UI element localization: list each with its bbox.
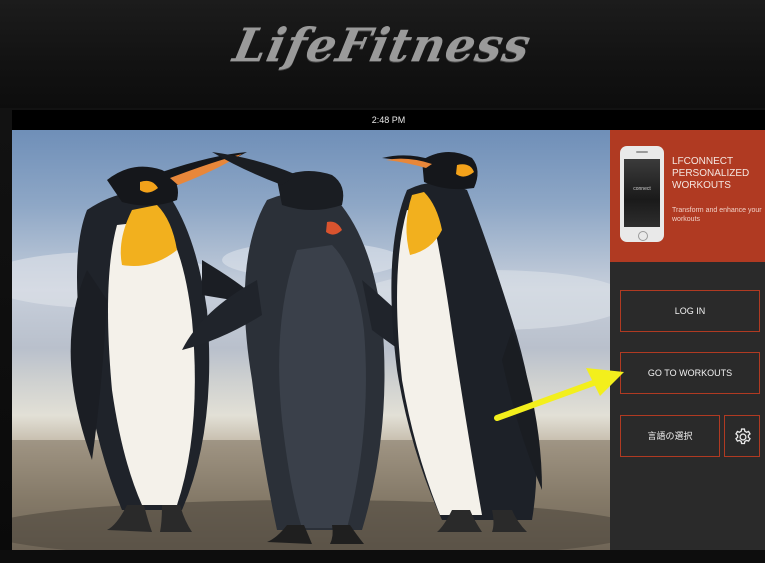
language-select-button[interactable]: 言語の選択 (620, 415, 720, 457)
lfconnect-promo-card[interactable]: connect LFCONNECT PERSONALIZED WORKOUTS … (610, 130, 765, 262)
login-button[interactable]: LOG IN (620, 290, 760, 332)
penguin-illustration (12, 151, 610, 550)
settings-button[interactable] (724, 415, 760, 457)
gear-icon (735, 428, 751, 445)
phone-screen (624, 159, 660, 227)
top-bezel: LifeFitness (0, 0, 765, 108)
phone-speaker (636, 151, 648, 153)
penguin-photo (12, 130, 610, 550)
phone-logo-text: connect (633, 186, 651, 192)
promo-title: LFCONNECT PERSONALIZED WORKOUTS (672, 156, 750, 191)
status-bar: 2:48 PM (12, 110, 765, 130)
side-menu: connect LFCONNECT PERSONALIZED WORKOUTS … (610, 130, 765, 550)
bottom-bezel (0, 550, 765, 563)
brand-logo: LifeFitness (228, 18, 537, 72)
device-display: LifeFitness 2:48 PM connect LFCONNECT PE… (0, 0, 765, 563)
phone-image: connect (620, 146, 664, 242)
touch-screen: 2:48 PM connect LFCONNECT PERSONALIZED W… (12, 110, 765, 550)
promo-subtitle: Transform and enhance your workouts (672, 207, 762, 223)
go-to-workouts-button[interactable]: GO TO WORKOUTS (620, 352, 760, 394)
clock-time: 2:48 PM (371, 115, 406, 125)
phone-home-button (638, 231, 648, 241)
